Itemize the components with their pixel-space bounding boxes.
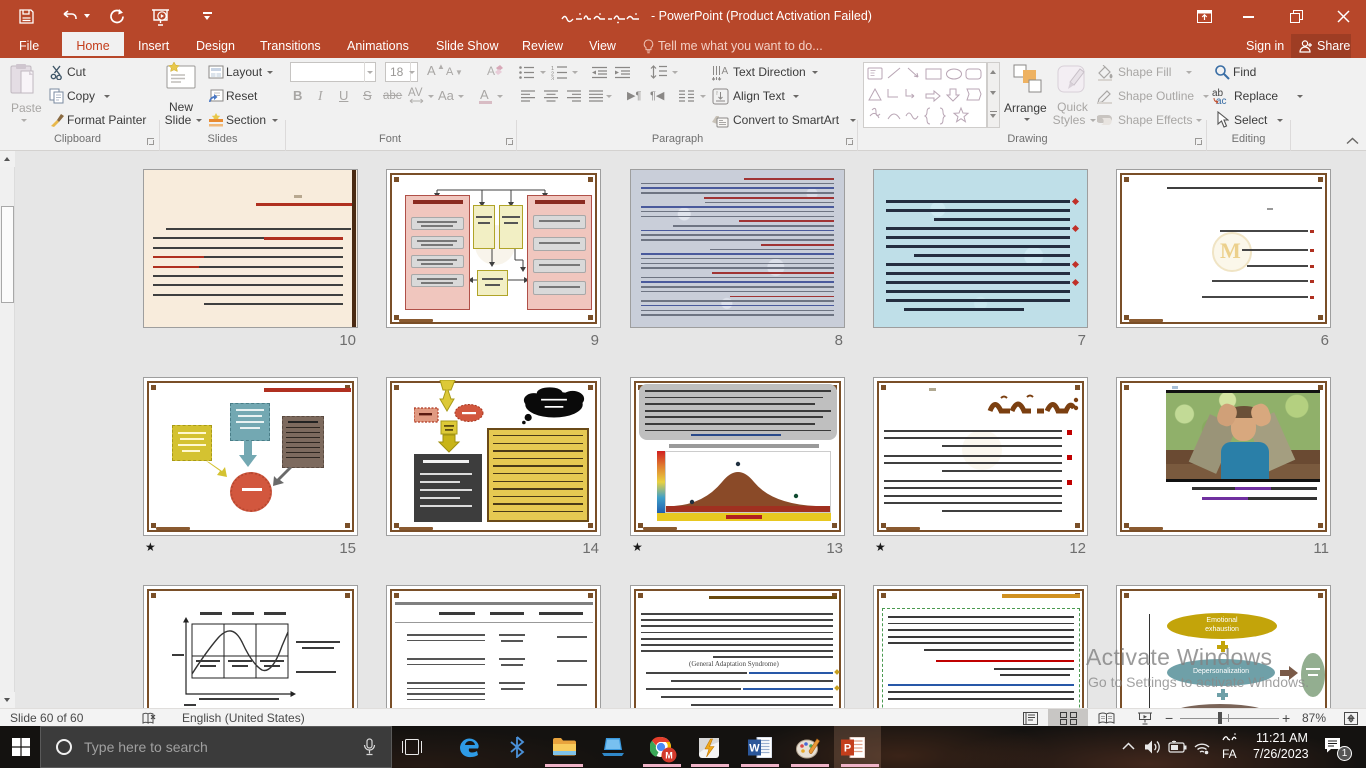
svg-text:M: M — [665, 751, 673, 761]
svg-text:ac: ac — [1216, 96, 1227, 105]
svg-text:3: 3 — [551, 77, 554, 81]
svg-text:A: A — [722, 66, 729, 77]
svg-text:W: W — [749, 743, 760, 755]
svg-text:P: P — [844, 743, 851, 755]
svg-text:A: A — [487, 64, 495, 78]
